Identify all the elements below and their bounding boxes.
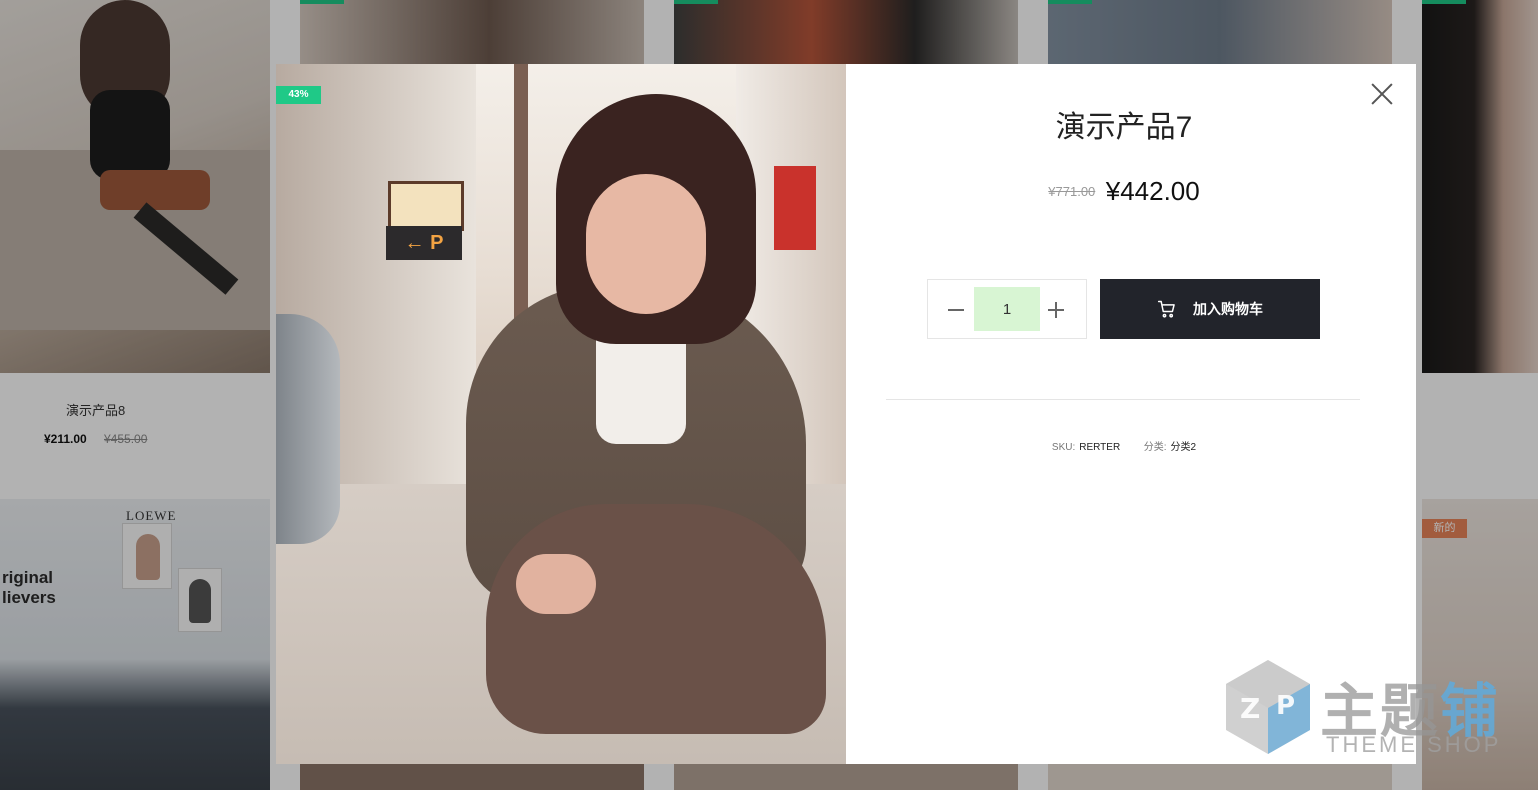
add-to-cart-button[interactable]: 加入购物车 — [1100, 279, 1320, 339]
add-to-cart-label: 加入购物车 — [1193, 301, 1263, 317]
sku-label: SKU: — [1051, 442, 1076, 453]
street-sign — [388, 181, 464, 231]
red-banner — [774, 166, 816, 250]
product-main-image: ← P 43% — [276, 64, 846, 764]
svg-text:Z: Z — [1240, 692, 1260, 725]
model-hand — [516, 554, 596, 614]
category-link[interactable]: 分类2 — [1171, 442, 1197, 453]
category-label: 分类: — [1143, 442, 1167, 453]
plus-icon[interactable] — [1042, 299, 1070, 321]
quantity-input[interactable] — [974, 287, 1040, 331]
quantity-stepper — [927, 279, 1087, 339]
current-price: ¥442.00 — [1105, 176, 1200, 206]
watermark-en-text: THEME SHOP — [1326, 732, 1502, 757]
svg-text:P: P — [1276, 691, 1295, 721]
theme-shop-watermark: Z P 主题铺 THEME SHOP — [1218, 654, 1528, 764]
parking-sign: ← P — [386, 226, 462, 260]
discount-badge: 43% — [276, 86, 321, 104]
divider — [886, 399, 1360, 400]
car — [276, 314, 340, 544]
theme-shop-logo-icon: Z P — [1226, 660, 1310, 754]
model-face — [586, 174, 706, 314]
model-legs — [486, 504, 826, 734]
price-row: ¥771.00 ¥442.00 — [846, 176, 1402, 207]
sku-value: RERTER — [1079, 442, 1121, 453]
cart-icon — [1157, 300, 1175, 318]
minus-icon[interactable] — [942, 299, 970, 321]
product-title: 演示产品7 — [1055, 111, 1193, 144]
old-price: ¥771.00 — [1048, 184, 1096, 199]
product-meta: SKU: RERTER 分类: 分类2 — [846, 438, 1402, 453]
